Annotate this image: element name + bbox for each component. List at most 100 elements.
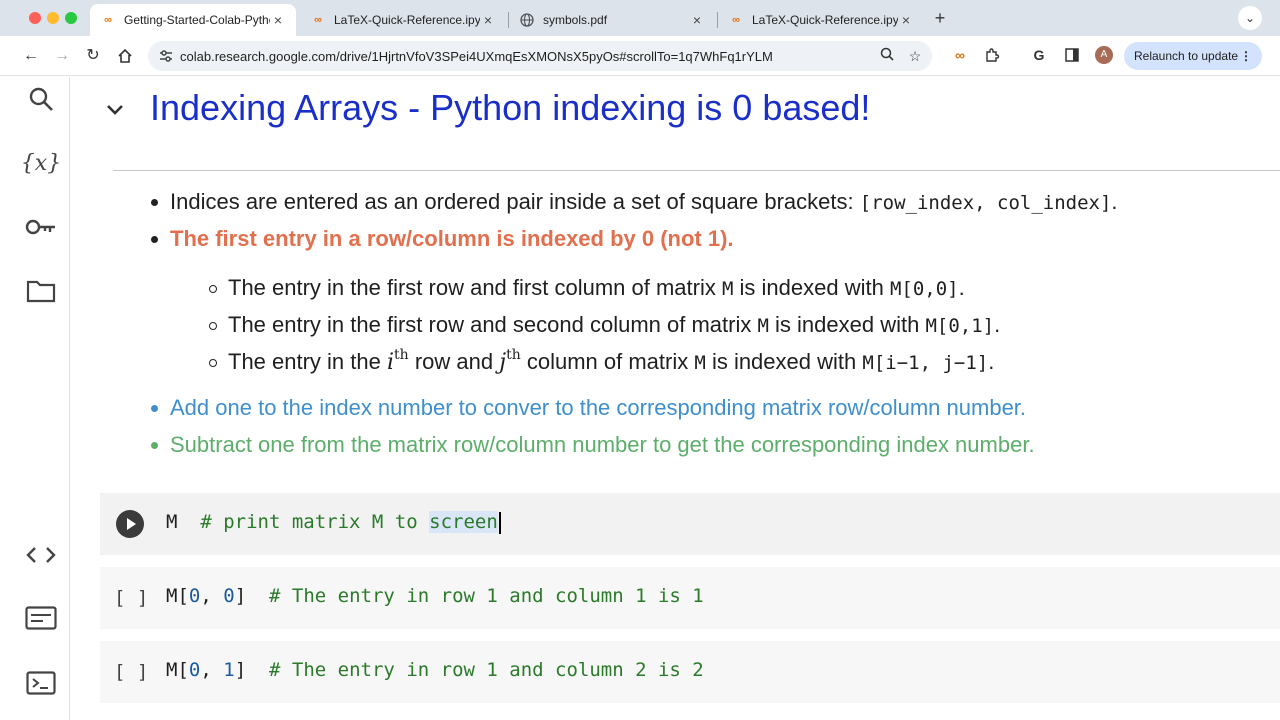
code-token: [ <box>177 585 189 607</box>
colab-extension-icon[interactable]: ∞ <box>949 44 971 66</box>
sub-bullet-period: . <box>994 312 1001 337</box>
code-cell[interactable]: [ ] M[0, 0] # The entry in row 1 and col… <box>100 567 1280 629</box>
code-token: , <box>200 659 224 681</box>
colab-icon: ∞ <box>732 14 740 26</box>
search-icon[interactable] <box>22 83 60 115</box>
bullet-dot <box>151 236 158 243</box>
cell-source[interactable]: M[0, 0] # The entry in row 1 and column … <box>166 585 704 607</box>
extensions-puzzle-icon[interactable] <box>981 44 1003 66</box>
folder-icon[interactable] <box>22 275 60 307</box>
google-icon[interactable]: G <box>1028 44 1050 66</box>
bullet-dot <box>151 199 158 206</box>
sub-bullet-text: column of matrix <box>526 349 689 374</box>
browser-toolbar: ← → ↻ colab.research.google.com/drive/1H… <box>0 36 1280 76</box>
section-heading: Indexing Arrays - Python indexing is 0 b… <box>150 87 871 128</box>
browser-tab-2[interactable]: ∞ LaTeX-Quick-Reference.ipynb × <box>300 4 506 36</box>
close-window-button[interactable] <box>29 12 41 24</box>
home-button[interactable] <box>113 44 137 68</box>
code-token: M <box>166 659 178 681</box>
code-cell[interactable]: [ ] M[0, 1] # The entry in row 1 and col… <box>100 641 1280 703</box>
browser-tab-1[interactable]: ∞ Getting-Started-Colab-Pytho × <box>90 4 296 36</box>
code-snippets-icon[interactable] <box>22 539 60 571</box>
execution-count-bracket[interactable]: [ ] <box>114 661 148 683</box>
bullet-indices: Indices are entered as an ordered pair i… <box>151 189 1118 215</box>
tab-search-button[interactable]: ⌄ <box>1238 6 1262 30</box>
globe-icon <box>519 12 535 28</box>
side-panel-icon[interactable] <box>1061 44 1083 66</box>
sub-bullet-ith-entry: The entry in the i th row and j th column … <box>209 347 994 375</box>
sub-bullet-first-entry: The entry in the first row and first col… <box>209 275 965 301</box>
code-token: M <box>166 585 178 607</box>
sub-bullet-period: . <box>958 275 965 300</box>
maximize-window-button[interactable] <box>65 12 77 24</box>
run-cell-button[interactable] <box>116 510 144 538</box>
sub-bullet-text: The entry in the first row and first col… <box>228 275 716 300</box>
sub-bullet-text: is indexed with <box>775 312 920 337</box>
back-button[interactable]: ← <box>19 44 43 68</box>
bullet-subtract-one: Subtract one from the matrix row/column … <box>151 432 1035 458</box>
sub-bullet-text: row and <box>414 349 494 374</box>
bullet-text: Indices are entered as an ordered pair i… <box>170 189 854 214</box>
code-token: , <box>200 585 224 607</box>
sub-bullet-text: is indexed with <box>711 349 857 374</box>
bullet-text: Add one to the index number to conver to… <box>170 395 1027 420</box>
reload-button[interactable]: ↻ <box>81 44 105 68</box>
command-palette-icon[interactable] <box>22 602 60 634</box>
code-number: 0 <box>188 585 201 607</box>
more-options-icon: ⋮ <box>1240 49 1252 63</box>
address-bar[interactable]: colab.research.google.com/drive/1HjrtnVf… <box>148 41 932 71</box>
close-tab-icon[interactable]: × <box>898 12 914 28</box>
sub-bullet-circle <box>209 359 217 367</box>
execution-count-bracket[interactable]: [ ] <box>114 587 148 609</box>
zoom-icon[interactable] <box>878 47 896 65</box>
variables-icon[interactable]: {x} <box>20 147 62 179</box>
tab-title: LaTeX-Quick-Reference.ipynb <box>752 13 898 27</box>
site-settings-icon[interactable] <box>158 48 174 64</box>
code-token: [ <box>177 659 189 681</box>
bullet-zero-index: The first entry in a row/column is index… <box>151 226 734 252</box>
math-i: i <box>387 350 395 375</box>
key-icon[interactable] <box>22 211 60 243</box>
browser-tab-4[interactable]: ∞ LaTeX-Quick-Reference.ipynb × <box>718 4 924 36</box>
bullet-dot <box>151 405 158 412</box>
code-comment: # print matrix M to <box>200 511 430 533</box>
chevron-down-icon[interactable] <box>105 99 125 119</box>
math-superscript: th <box>394 347 409 363</box>
forward-button[interactable]: → <box>50 44 74 68</box>
code-cell[interactable]: M # print matrix M to screen <box>100 493 1280 555</box>
heading-divider <box>113 170 1280 171</box>
terminal-icon[interactable] <box>22 667 60 699</box>
sub-bullet-circle <box>209 285 217 293</box>
bookmark-star-icon[interactable]: ☆ <box>906 47 924 65</box>
colab-icon: ∞ <box>314 14 322 26</box>
bullet-text: The first entry in a row/column is index… <box>170 226 734 251</box>
tab-title: LaTeX-Quick-Reference.ipynb <box>334 13 480 27</box>
close-tab-icon[interactable]: × <box>480 12 496 28</box>
code-token: ] <box>234 659 247 681</box>
selected-text: screen <box>429 511 498 533</box>
close-tab-icon[interactable]: × <box>689 12 705 28</box>
tab-title: Getting-Started-Colab-Pytho <box>124 13 270 27</box>
cell-source[interactable]: M # print matrix M to screen <box>166 511 501 534</box>
cell-source[interactable]: M[0, 1] # The entry in row 1 and column … <box>166 659 704 681</box>
inline-code-var: M <box>757 315 769 337</box>
code-number: 1 <box>223 659 235 681</box>
code-comment: # The entry in row 1 and column 1 is 1 <box>269 585 704 607</box>
new-tab-button[interactable]: + <box>930 8 950 28</box>
notebook-area: Indexing Arrays - Python indexing is 0 b… <box>71 77 1280 720</box>
profile-avatar[interactable]: A <box>1095 46 1113 64</box>
browser-tab-3[interactable]: symbols.pdf × <box>509 4 715 36</box>
sub-bullet-circle <box>209 322 217 330</box>
minimize-window-button[interactable] <box>47 12 59 24</box>
code-number: 0 <box>188 659 201 681</box>
sub-bullet-text: The entry in the <box>228 349 381 374</box>
close-tab-icon[interactable]: × <box>270 12 286 28</box>
inline-code: M[0,0] <box>889 278 959 300</box>
bullet-text: Subtract one from the matrix row/column … <box>170 432 1035 457</box>
relaunch-to-update-button[interactable]: Relaunch to update ⋮ <box>1124 42 1262 70</box>
colab-icon: ∞ <box>104 14 112 26</box>
inline-code: [row_index, col_index] <box>859 192 1112 214</box>
variables-label: {x} <box>20 150 62 176</box>
bullet-add-one: Add one to the index number to conver to… <box>151 395 1027 421</box>
sub-bullet-text: is indexed with <box>739 275 884 300</box>
